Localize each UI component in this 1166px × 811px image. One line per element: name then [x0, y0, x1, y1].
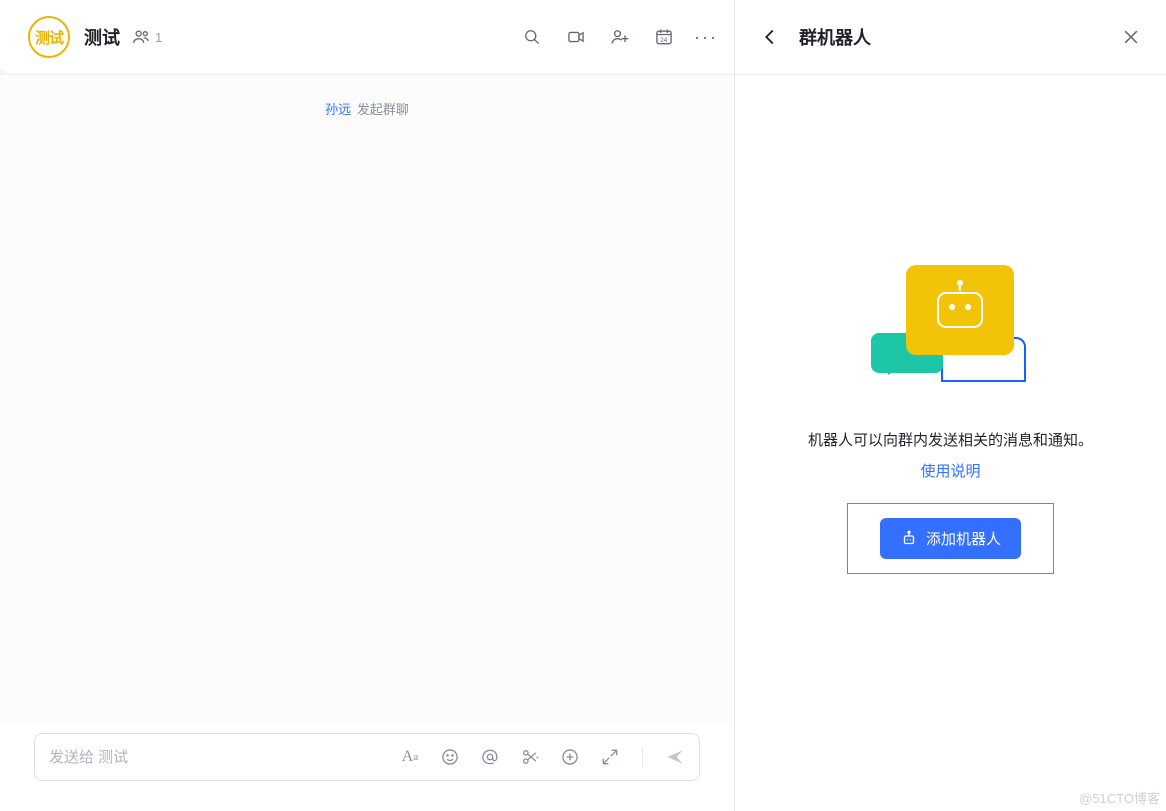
group-avatar[interactable]: 测试 — [28, 16, 70, 58]
add-member-icon[interactable] — [610, 27, 630, 47]
message-input[interactable] — [49, 749, 400, 766]
usage-link[interactable]: 使用说明 — [920, 460, 980, 481]
robot-illustration — [861, 265, 1041, 395]
video-icon[interactable] — [566, 27, 586, 47]
more-icon[interactable]: ··· — [696, 27, 716, 47]
expand-icon[interactable] — [600, 747, 620, 767]
panel-title: 群机器人 — [799, 24, 871, 50]
calendar-icon[interactable]: 24 — [654, 27, 674, 47]
message-area: 孙远 发起群聊 — [0, 75, 734, 723]
close-icon[interactable] — [1120, 26, 1142, 48]
member-count[interactable]: 1 — [132, 27, 162, 47]
composer: Aa — [34, 733, 700, 781]
panel-description: 机器人可以向群内发送相关的消息和通知。 — [808, 429, 1093, 450]
add-robot-button[interactable]: 添加机器人 — [880, 518, 1021, 559]
system-action: 发起群聊 — [357, 102, 409, 117]
search-icon[interactable] — [522, 27, 542, 47]
add-robot-label: 添加机器人 — [926, 528, 1001, 549]
panel-header: 群机器人 — [735, 0, 1166, 75]
emoji-icon[interactable] — [440, 747, 460, 767]
mention-icon[interactable] — [480, 747, 500, 767]
send-icon[interactable] — [665, 747, 685, 767]
composer-separator — [642, 746, 643, 768]
members-icon — [132, 27, 152, 47]
format-icon[interactable]: Aa — [400, 747, 420, 767]
chat-header: 测试 测试 1 24 — [0, 0, 734, 75]
scissors-icon[interactable] — [520, 747, 540, 767]
highlight-box: 添加机器人 — [847, 503, 1054, 574]
svg-text:24: 24 — [660, 37, 667, 44]
chat-area: 测试 测试 1 24 — [0, 0, 735, 811]
side-panel: 群机器人 机器人可以向群内发送相关的消息和通知。 使用说明 添加机器人 — [735, 0, 1166, 811]
member-count-value: 1 — [155, 30, 162, 45]
chat-title: 测试 — [84, 24, 120, 50]
system-user[interactable]: 孙远 — [325, 102, 351, 117]
panel-body: 机器人可以向群内发送相关的消息和通知。 使用说明 添加机器人 — [735, 75, 1166, 811]
system-message: 孙远 发起群聊 — [0, 75, 734, 142]
chat-actions: 24 ··· — [522, 27, 716, 47]
add-icon[interactable] — [560, 747, 580, 767]
watermark: @51CTO博客 — [1079, 788, 1160, 807]
back-icon[interactable] — [759, 26, 781, 48]
